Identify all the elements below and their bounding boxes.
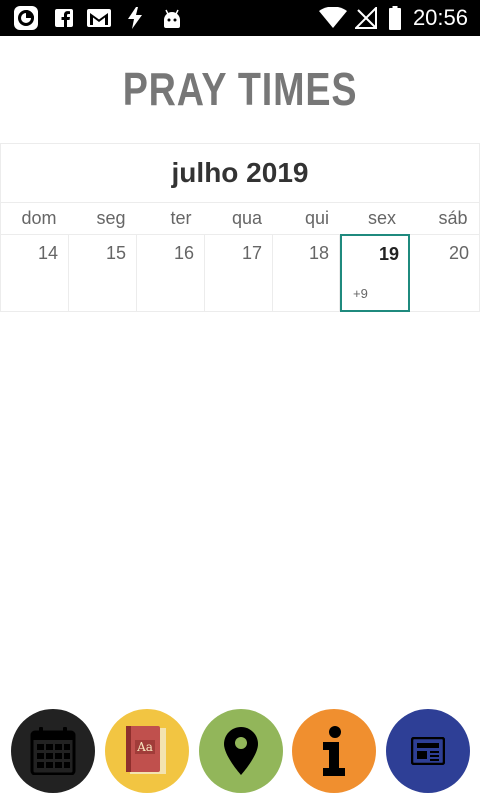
sync-icon	[12, 6, 40, 30]
day-number: 20	[448, 243, 469, 263]
weekday-label: seg	[96, 208, 126, 228]
android-icon	[160, 6, 184, 30]
book-icon: Aa	[126, 726, 168, 776]
newspaper-icon	[411, 737, 445, 765]
no-signal-icon	[354, 6, 378, 30]
dictionary-button[interactable]: Aa	[105, 709, 189, 793]
map-pin-icon	[224, 727, 258, 775]
gmail-icon	[86, 6, 112, 30]
wifi-icon	[318, 6, 348, 30]
day-cell[interactable]: 20	[410, 235, 479, 312]
weekday-label: qui	[304, 208, 330, 228]
info-button[interactable]	[292, 709, 376, 793]
weekday-label: qua	[231, 208, 263, 228]
day-cell[interactable]: 17	[205, 235, 273, 312]
status-time: 20:56	[412, 5, 468, 30]
day-number: 17	[241, 243, 262, 263]
month-title[interactable]: julho 2019	[0, 143, 480, 203]
weekday-label: dom	[21, 208, 57, 228]
day-number: 16	[173, 243, 194, 263]
flash-icon	[126, 6, 144, 30]
day-cell[interactable]: 14	[1, 235, 69, 312]
day-number: 19	[378, 244, 399, 264]
day-number: 18	[308, 243, 329, 263]
day-cell[interactable]: 15	[69, 235, 137, 312]
info-icon	[321, 726, 347, 776]
day-cell-selected[interactable]: 19 +9	[340, 234, 410, 312]
weekday-label: sáb	[438, 208, 468, 228]
day-number: 15	[105, 243, 126, 263]
calendar-button[interactable]	[11, 709, 95, 793]
svg-text:Aa: Aa	[136, 740, 153, 754]
weekday-label: ter	[170, 208, 192, 228]
calendar-icon	[30, 727, 76, 775]
news-button[interactable]	[386, 709, 470, 793]
day-number: 14	[37, 243, 58, 263]
more-events-badge[interactable]: +9	[353, 286, 368, 301]
status-bar: 20:56	[0, 0, 480, 36]
week-row: 14 15 16 17 18 19 +9 20	[0, 234, 480, 312]
bottom-nav: Aa	[0, 706, 480, 800]
day-cell[interactable]: 16	[137, 235, 205, 312]
battery-icon	[388, 6, 402, 30]
calendar: julho 2019 dom seg ter qua qui sex sáb 1…	[0, 143, 480, 312]
app-title: PRAY TIMES	[122, 63, 358, 115]
location-button[interactable]	[199, 709, 283, 793]
weekday-header: dom seg ter qua qui sex sáb	[0, 203, 480, 234]
facebook-icon	[54, 6, 74, 30]
weekday-label: sex	[367, 208, 396, 228]
day-cell[interactable]: 18	[273, 235, 340, 312]
